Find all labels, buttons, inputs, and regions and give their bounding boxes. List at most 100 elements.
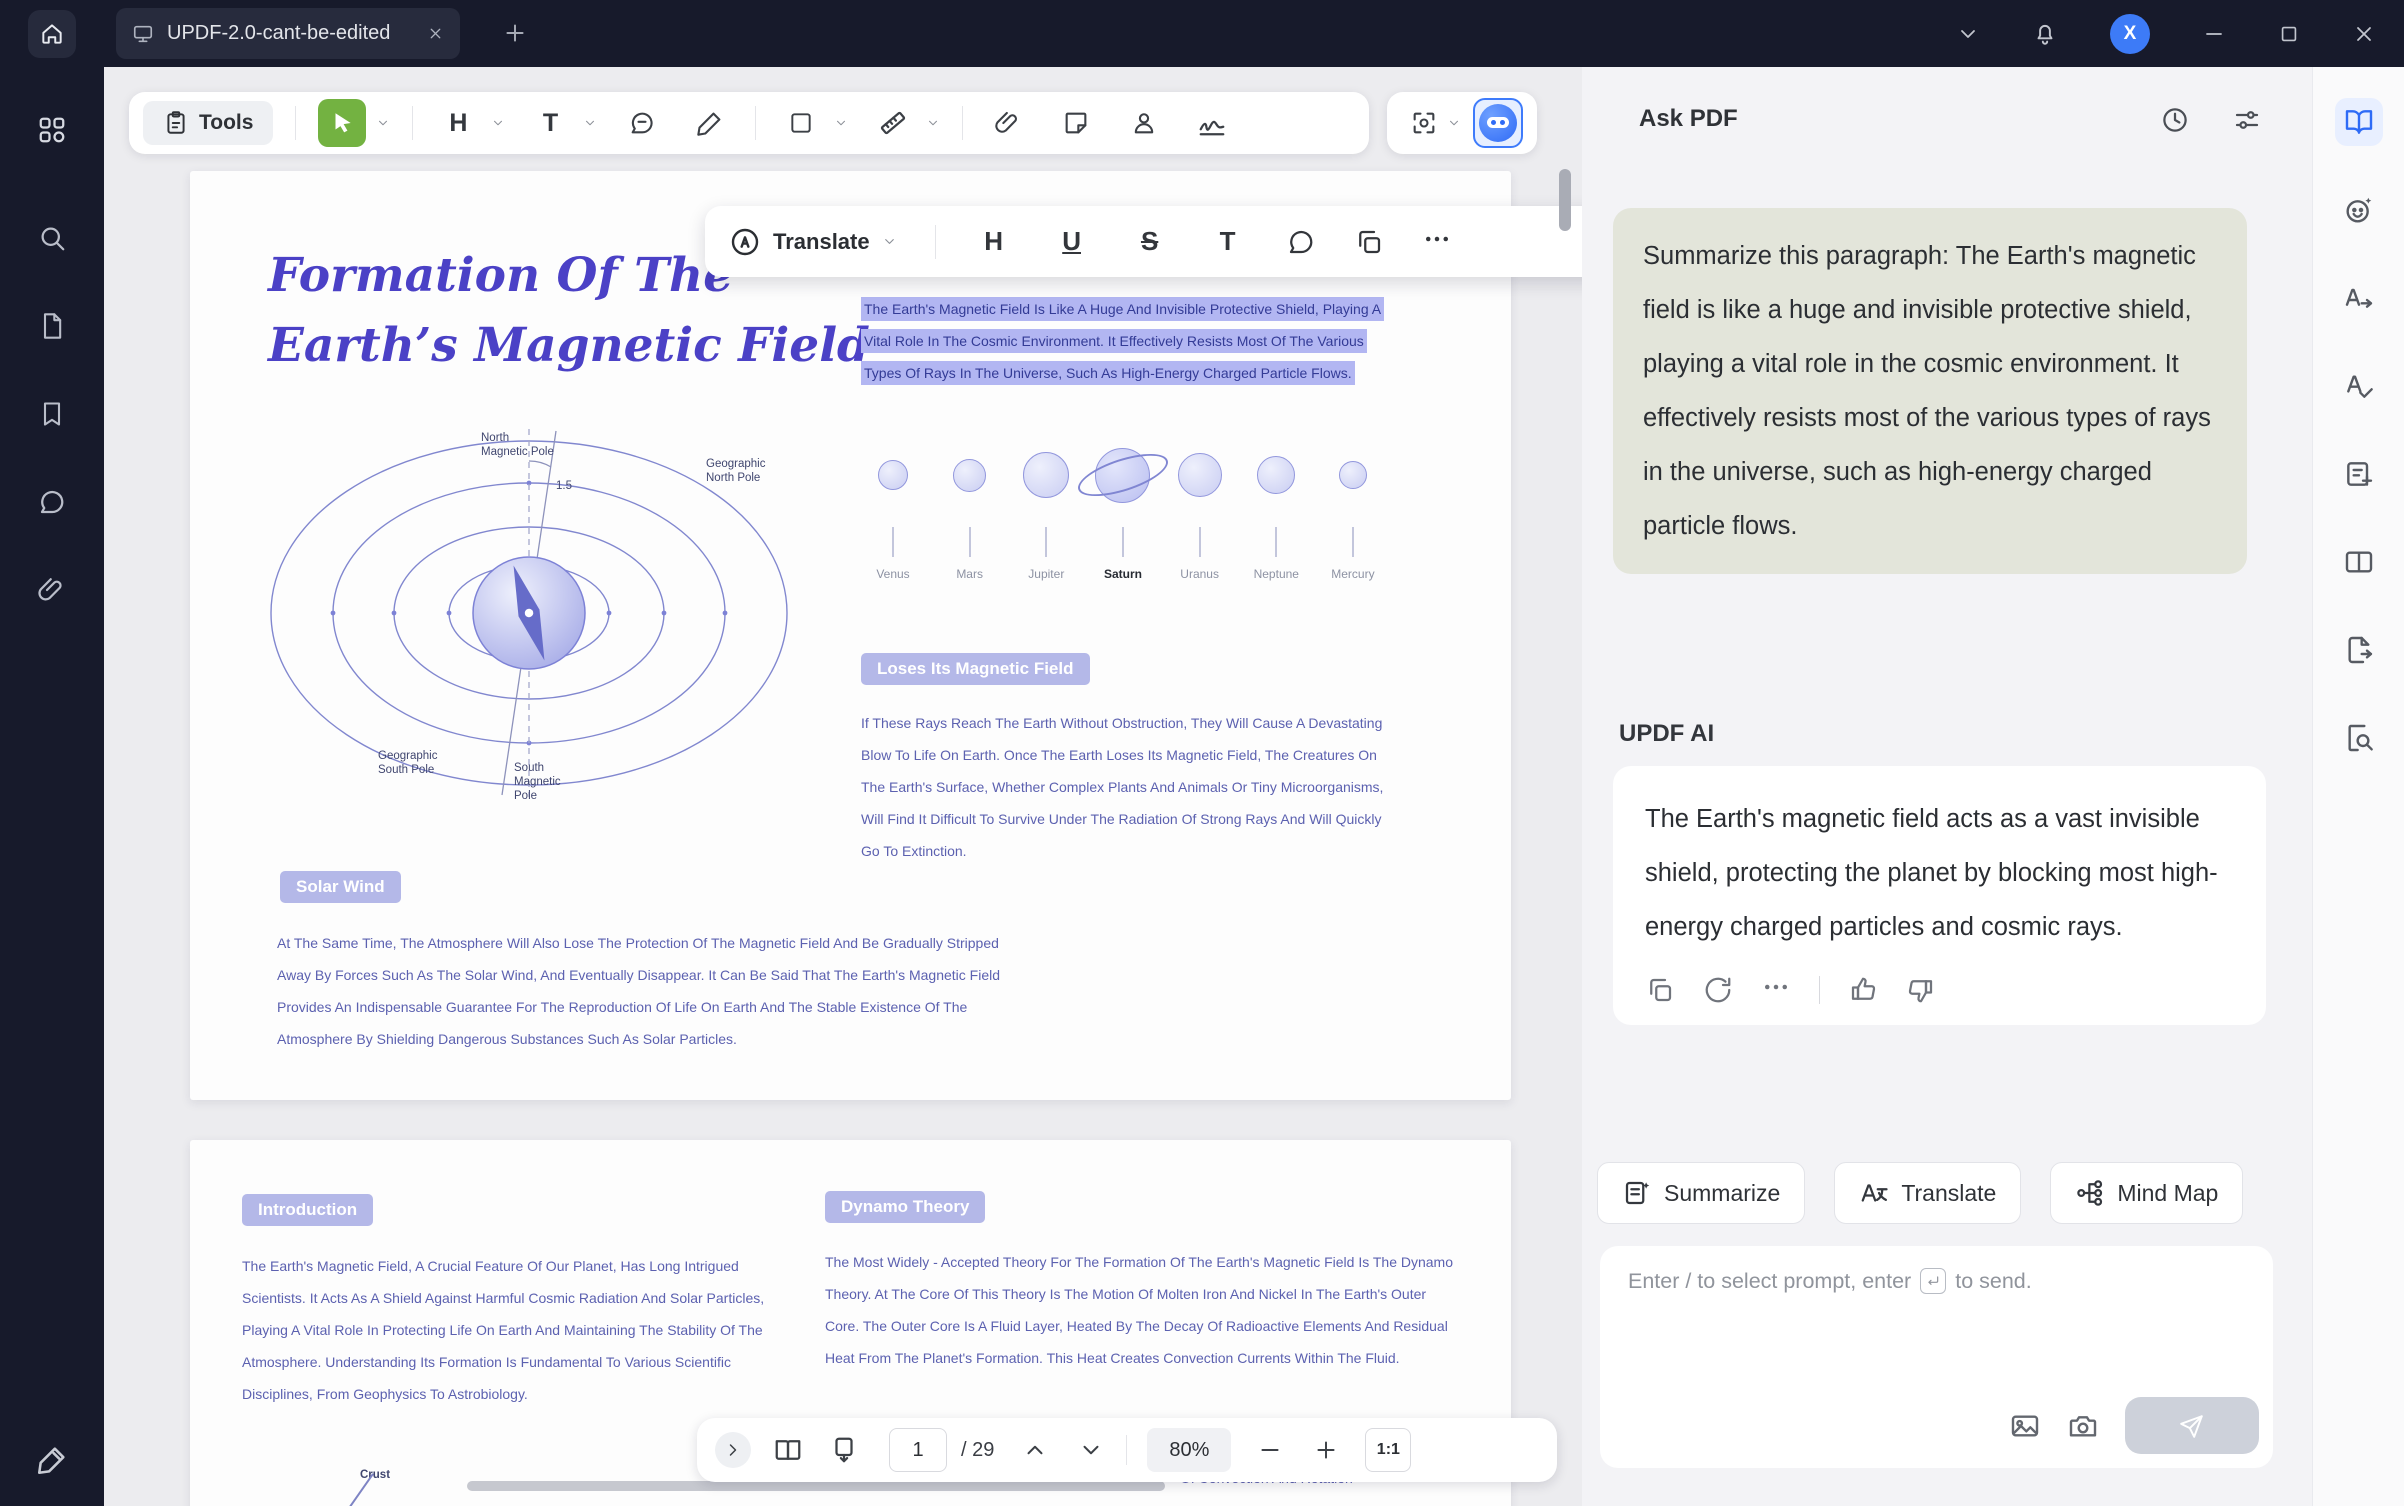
- strikethrough-format-button[interactable]: S: [1130, 226, 1170, 257]
- prompt-suggestions: Summarize Translate Mind Map: [1597, 1162, 2243, 1224]
- planet-item-saturn: Saturn: [1091, 423, 1155, 581]
- account-avatar[interactable]: X: [2110, 14, 2150, 54]
- pen-logo-icon[interactable]: [28, 1436, 76, 1484]
- previous-page-icon[interactable]: [1022, 1437, 1048, 1463]
- search-document-icon[interactable]: [2335, 714, 2383, 762]
- translate-button[interactable]: Translate: [1834, 1162, 2021, 1224]
- mind-map-button[interactable]: Mind Map: [2050, 1162, 2243, 1224]
- zoom-out-icon[interactable]: [1257, 1437, 1283, 1463]
- select-tool-button[interactable]: [318, 99, 366, 147]
- input-placeholder: Enter / to select prompt, enter to send.: [1628, 1268, 2032, 1294]
- copy-icon[interactable]: [1645, 975, 1675, 1005]
- response-actions: [1645, 972, 2234, 1007]
- vertical-scrollbar[interactable]: [1559, 169, 1571, 231]
- page-number-input[interactable]: [889, 1428, 947, 1472]
- copy-format-button[interactable]: [1354, 227, 1384, 257]
- divider: [935, 225, 936, 259]
- notes-icon[interactable]: [2335, 450, 2383, 498]
- thumbs-down-icon[interactable]: [1906, 975, 1936, 1005]
- ai-assistant-button[interactable]: [1473, 98, 1523, 148]
- horizontal-scrollbar[interactable]: [467, 1481, 1165, 1491]
- more-options-icon[interactable]: [1761, 972, 1791, 1007]
- planet-size-chart: Venus Mars Jupiter Saturn Uranus Neptune…: [861, 423, 1385, 581]
- comment-format-button[interactable]: [1286, 227, 1316, 257]
- prompt-input-box[interactable]: Enter / to select prompt, enter to send.: [1600, 1246, 2273, 1468]
- highlight-format-button[interactable]: H: [974, 226, 1014, 257]
- chevron-down-icon[interactable]: [1956, 22, 1980, 46]
- add-image-icon[interactable]: [2009, 1410, 2041, 1442]
- grammar-check-icon[interactable]: [2335, 362, 2383, 410]
- actual-size-button[interactable]: 1:1: [1365, 1428, 1411, 1472]
- chevron-down-icon: [882, 234, 897, 249]
- label-crust: Crust: [360, 1468, 390, 1482]
- home-icon[interactable]: [28, 10, 76, 58]
- new-tab-button[interactable]: [502, 20, 528, 46]
- pen-tool-button[interactable]: [687, 100, 733, 146]
- tab-close-icon[interactable]: [427, 25, 444, 42]
- pages-icon[interactable]: [28, 302, 76, 350]
- comment-icon[interactable]: [28, 478, 76, 526]
- history-icon[interactable]: [2160, 105, 2190, 135]
- page-navigation-bar: / 29 80% 1:1: [697, 1418, 1557, 1482]
- chevron-down-icon[interactable]: [926, 116, 940, 130]
- ai-sender-label: UPDF AI: [1619, 720, 1714, 748]
- export-icon[interactable]: [2335, 626, 2383, 674]
- title-bar: UPDF-2.0-cant-be-edited X: [0, 0, 2404, 67]
- window-controls: X: [1956, 0, 2404, 67]
- shape-tool-button[interactable]: [778, 100, 824, 146]
- comment-tool-button[interactable]: [619, 100, 665, 146]
- chevron-down-icon[interactable]: [834, 116, 848, 130]
- two-page-view-icon[interactable]: [773, 1435, 803, 1465]
- sticker-tool-button[interactable]: [1053, 100, 1099, 146]
- planet-item: Venus: [861, 423, 925, 581]
- send-button[interactable]: [2125, 1397, 2259, 1454]
- divider: [295, 106, 296, 140]
- zoom-level[interactable]: 80%: [1147, 1428, 1231, 1472]
- next-page-icon[interactable]: [1078, 1437, 1104, 1463]
- search-icon[interactable]: [28, 214, 76, 262]
- screenshot-tool-button[interactable]: [1401, 100, 1447, 146]
- scroll-mode-icon[interactable]: [829, 1435, 859, 1465]
- ruler-tool-button[interactable]: [870, 100, 916, 146]
- split-view-icon[interactable]: [2335, 538, 2383, 586]
- notifications-bell-icon[interactable]: [2032, 21, 2058, 47]
- chevron-down-icon[interactable]: [491, 116, 505, 130]
- underline-format-button[interactable]: U: [1052, 226, 1092, 257]
- zoom-in-icon[interactable]: [1313, 1437, 1339, 1463]
- monitor-icon: [132, 23, 154, 45]
- planet-item: Jupiter: [1014, 423, 1078, 581]
- minimize-icon[interactable]: [2202, 22, 2226, 46]
- enter-key-icon: [1920, 1268, 1946, 1294]
- camera-capture-icon[interactable]: [2067, 1410, 2099, 1442]
- summarize-button[interactable]: Summarize: [1597, 1162, 1805, 1224]
- settings-sliders-icon[interactable]: [2232, 105, 2262, 135]
- thumbs-up-icon[interactable]: [1848, 975, 1878, 1005]
- attach-tool-button[interactable]: [985, 100, 1031, 146]
- selected-paragraph[interactable]: The Earth's Magnetic Field Is Like A Hug…: [861, 293, 1395, 389]
- tools-button[interactable]: Tools: [143, 101, 273, 145]
- mindmap-icon: [2075, 1178, 2105, 1208]
- attachment-icon[interactable]: [28, 566, 76, 614]
- chevron-down-icon[interactable]: [583, 116, 597, 130]
- text-style-button[interactable]: T: [1208, 226, 1248, 257]
- bookmark-icon[interactable]: [28, 390, 76, 438]
- signature-tool-button[interactable]: [1189, 100, 1235, 146]
- stamp-tool-button[interactable]: [1121, 100, 1167, 146]
- chevron-down-icon[interactable]: [1447, 116, 1461, 130]
- maximize-icon[interactable]: [2278, 23, 2300, 45]
- planet-item: Uranus: [1168, 423, 1232, 581]
- expand-bar-icon[interactable]: [715, 1432, 751, 1468]
- regenerate-icon[interactable]: [1703, 975, 1733, 1005]
- tools-label: Tools: [199, 111, 253, 135]
- translate-icon[interactable]: [2335, 274, 2383, 322]
- heading-tool-button[interactable]: H: [435, 100, 481, 146]
- chevron-down-icon[interactable]: [376, 116, 390, 130]
- translate-menu-button[interactable]: Translate: [729, 226, 897, 258]
- text-tool-button[interactable]: T: [527, 100, 573, 146]
- apps-grid-icon[interactable]: [28, 106, 76, 154]
- document-tab[interactable]: UPDF-2.0-cant-be-edited: [116, 8, 460, 59]
- ai-emoji-icon[interactable]: [2335, 186, 2383, 234]
- close-icon[interactable]: [2352, 22, 2376, 46]
- reader-mode-icon[interactable]: [2335, 98, 2383, 146]
- more-options-icon[interactable]: [1422, 224, 1452, 259]
